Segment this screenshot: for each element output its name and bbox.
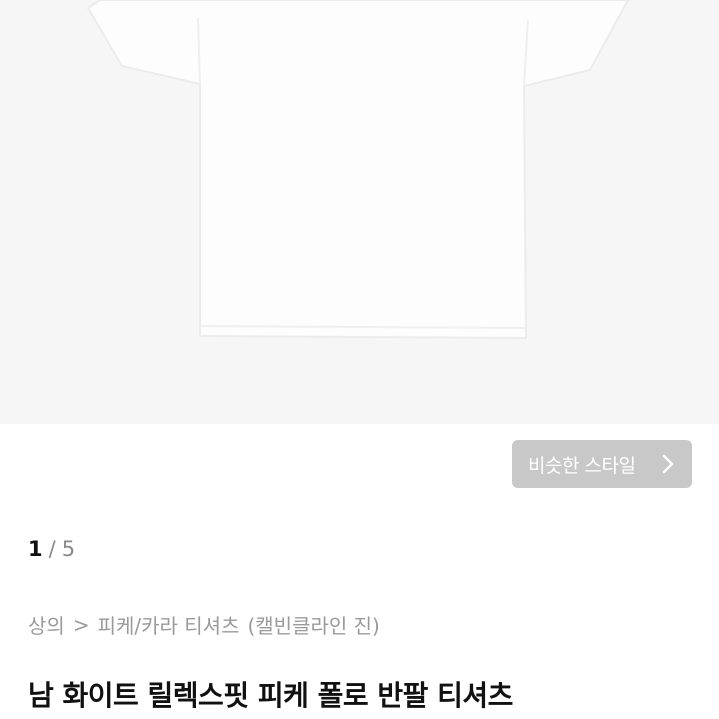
image-pager: 1 / 5: [28, 537, 75, 561]
breadcrumb-brand[interactable]: (캘빈클라인 진): [247, 610, 379, 639]
breadcrumb: 상의 > 피케/카라 티셔츠 (캘빈클라인 진): [28, 610, 380, 639]
breadcrumb-subcategory[interactable]: 피케/카라 티셔츠: [98, 610, 240, 639]
breadcrumb-category[interactable]: 상의: [28, 610, 65, 639]
similar-style-label: 비슷한 스타일: [528, 454, 636, 477]
breadcrumb-separator: >: [72, 612, 90, 637]
product-image: [0, 0, 719, 424]
product-image-gallery[interactable]: [0, 0, 719, 424]
pager-total: 5: [61, 537, 76, 561]
pager-separator: /: [48, 537, 56, 561]
chevron-right-icon: [658, 454, 678, 474]
similar-style-button[interactable]: 비슷한 스타일: [512, 440, 692, 488]
pager-current: 1: [28, 537, 43, 561]
product-title: 남 화이트 릴렉스핏 피케 폴로 반팔 티셔츠: [28, 679, 513, 712]
